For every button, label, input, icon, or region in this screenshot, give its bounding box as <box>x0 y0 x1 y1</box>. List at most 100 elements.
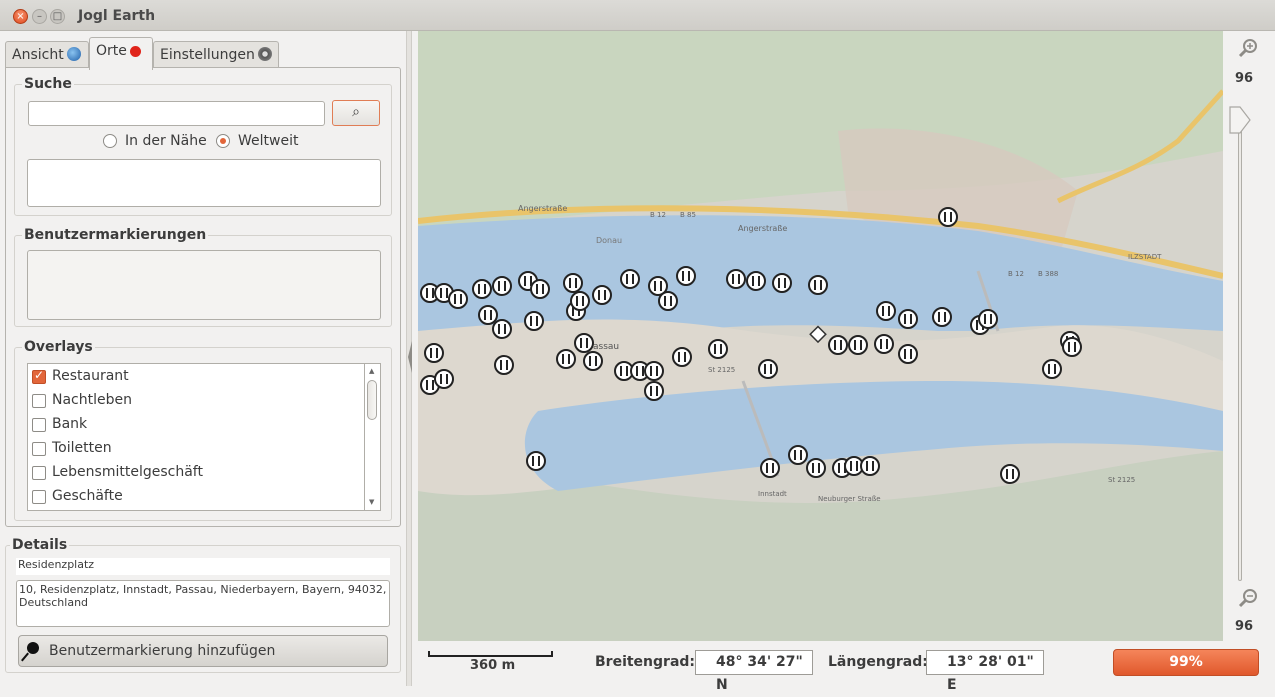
restaurant-icon[interactable] <box>772 273 792 293</box>
restaurant-icon[interactable] <box>556 349 576 369</box>
panel-splitter[interactable] <box>406 31 412 686</box>
restaurant-icon[interactable] <box>620 269 640 289</box>
restaurant-icon[interactable] <box>672 347 692 367</box>
restaurant-icon[interactable] <box>526 451 546 471</box>
restaurant-icon[interactable] <box>848 335 868 355</box>
details-group: Details Residenzplatz 10, Residenzplatz,… <box>5 537 401 673</box>
restaurant-icon[interactable] <box>938 207 958 227</box>
restaurant-icon[interactable] <box>898 344 918 364</box>
details-panel: Details Residenzplatz 10, Residenzplatz,… <box>0 531 406 681</box>
checkbox[interactable] <box>32 466 46 480</box>
checkbox[interactable] <box>32 418 46 432</box>
overlay-label: Bank <box>52 416 88 432</box>
overlay-item-nachtleben[interactable]: Nachtleben <box>28 389 364 413</box>
restaurant-icon[interactable] <box>932 307 952 327</box>
street-label: St 2125 <box>1108 476 1135 484</box>
restaurant-icon[interactable] <box>746 271 766 291</box>
scrollbar-thumb[interactable] <box>367 380 377 420</box>
restaurant-icon[interactable] <box>530 279 550 299</box>
splitter-grip-icon <box>408 341 412 373</box>
restaurant-icon[interactable] <box>563 273 583 293</box>
search-input[interactable] <box>28 101 325 126</box>
add-user-marker-button[interactable]: Benutzermarkierung hinzufügen <box>18 635 388 667</box>
street-label: St 2125 <box>708 366 735 374</box>
checkbox[interactable] <box>32 394 46 408</box>
latitude-field[interactable]: 48° 34' 27" N <box>695 650 813 693</box>
restaurant-icon[interactable] <box>1000 464 1020 484</box>
radio-in-der-naehe-label: In der Nähe <box>125 133 207 149</box>
restaurant-icon[interactable] <box>726 269 746 289</box>
restaurant-icon[interactable] <box>583 351 603 371</box>
overlays-scrollbar[interactable]: ▲ ▼ <box>365 363 381 511</box>
details-address[interactable]: 10, Residenzplatz, Innstadt, Passau, Nie… <box>16 580 390 627</box>
zoom-level-bottom: 96 <box>1234 619 1254 634</box>
restaurant-icon[interactable] <box>758 359 778 379</box>
restaurant-icon[interactable] <box>574 333 594 353</box>
restaurant-icon[interactable] <box>828 335 848 355</box>
restaurant-icon[interactable] <box>494 355 514 375</box>
restaurant-icon[interactable] <box>708 339 728 359</box>
radio-in-der-naehe[interactable] <box>103 134 117 148</box>
restaurant-icon[interactable] <box>492 319 512 339</box>
add-user-marker-label: Benutzermarkierung hinzufügen <box>49 643 276 659</box>
restaurant-icon[interactable] <box>524 311 544 331</box>
overlay-item-toiletten[interactable]: Toiletten <box>28 437 364 461</box>
search-results-list[interactable] <box>27 159 381 207</box>
scroll-down-icon[interactable]: ▼ <box>369 498 374 506</box>
overlay-item-restaurant[interactable]: Restaurant <box>28 365 364 389</box>
longitude-field[interactable]: 13° 28' 01" E <box>926 650 1044 693</box>
magnifier-icon: ⌕ <box>352 104 360 120</box>
restaurant-icon[interactable] <box>1042 359 1062 379</box>
overlay-item-lebensmittelgeschaeft[interactable]: Lebensmittelgeschäft <box>28 461 364 485</box>
checkbox[interactable] <box>32 368 46 384</box>
restaurant-icon[interactable] <box>808 275 828 295</box>
zoom-slider-track[interactable] <box>1238 111 1242 581</box>
restaurant-icon[interactable] <box>1062 337 1082 357</box>
map-view[interactable]: Angerstraße Angerstraße B 12 B 85 B 12 B… <box>418 31 1223 641</box>
restaurant-icon[interactable] <box>860 456 880 476</box>
zoom-slider-thumb[interactable] <box>1228 105 1252 135</box>
checkbox[interactable] <box>32 442 46 456</box>
restaurant-icon[interactable] <box>760 458 780 478</box>
restaurant-icon[interactable] <box>492 276 512 296</box>
overlay-item-geschaefte[interactable]: Geschäfte <box>28 485 364 509</box>
restaurant-icon[interactable] <box>448 289 468 309</box>
restaurant-icon[interactable] <box>978 309 998 329</box>
restaurant-icon[interactable] <box>676 266 696 286</box>
restaurant-icon[interactable] <box>644 361 664 381</box>
user-markers-list[interactable] <box>27 250 381 320</box>
restaurant-icon[interactable] <box>592 285 612 305</box>
street-label: Angerstraße <box>518 204 567 213</box>
radio-weltweit[interactable] <box>216 134 230 148</box>
close-window-button[interactable]: × <box>13 9 28 24</box>
tab-ansicht[interactable]: Ansicht <box>5 41 89 69</box>
restaurant-icon[interactable] <box>644 381 664 401</box>
tab-einstellungen[interactable]: Einstellungen <box>153 41 279 69</box>
restaurant-icon[interactable] <box>788 445 808 465</box>
restaurant-icon[interactable] <box>876 301 896 321</box>
street-label: B 12 <box>650 211 666 219</box>
street-label: B 12 <box>1008 270 1024 278</box>
tab-label: Einstellungen <box>160 47 255 63</box>
minimize-window-button[interactable]: – <box>32 9 47 24</box>
overlay-item-bank[interactable]: Bank <box>28 413 364 437</box>
zoom-out-icon[interactable] <box>1237 587 1259 609</box>
district-label: ILZSTADT <box>1128 253 1162 261</box>
restaurant-icon[interactable] <box>472 279 492 299</box>
restaurant-icon[interactable] <box>570 291 590 311</box>
search-button[interactable]: ⌕ <box>332 100 380 126</box>
maximize-window-button[interactable]: □ <box>50 9 65 24</box>
restaurant-icon[interactable] <box>424 343 444 363</box>
street-label: B 85 <box>680 211 696 219</box>
restaurant-icon[interactable] <box>898 309 918 329</box>
restaurant-icon[interactable] <box>478 305 498 325</box>
tab-orte[interactable]: Orte <box>89 37 153 70</box>
checkbox[interactable] <box>32 490 46 504</box>
restaurant-icon[interactable] <box>806 458 826 478</box>
restaurant-icon[interactable] <box>434 369 454 389</box>
street-label: Neuburger Straße <box>818 495 881 503</box>
zoom-in-icon[interactable] <box>1237 37 1259 59</box>
restaurant-icon[interactable] <box>658 291 678 311</box>
restaurant-icon[interactable] <box>874 334 894 354</box>
scroll-up-icon[interactable]: ▲ <box>369 367 374 375</box>
